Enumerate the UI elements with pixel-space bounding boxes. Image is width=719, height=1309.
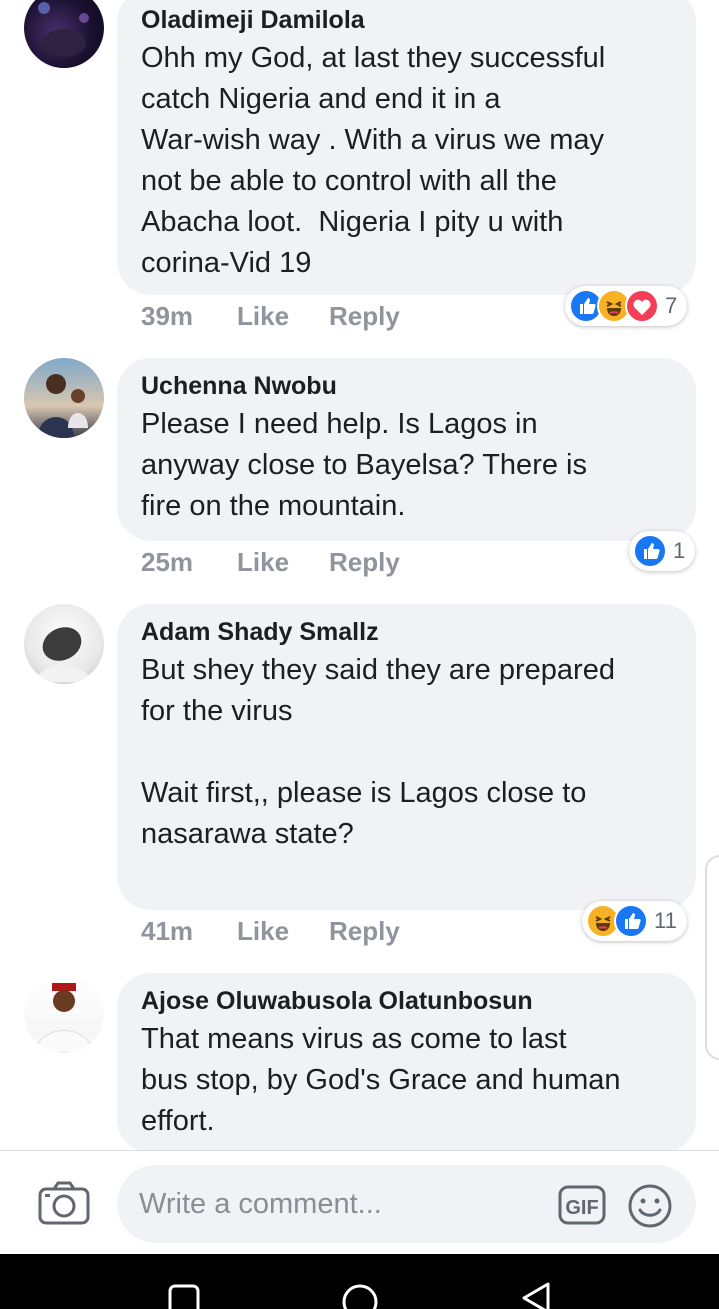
comment-bubble[interactable]: Oladimeji Damilola Ohh my God, at last t… [117, 0, 696, 295]
emoji-icon[interactable] [627, 1183, 673, 1229]
reaction-count: 1 [673, 538, 686, 563]
gif-label: GIF [565, 1197, 598, 1219]
comment-text: But shey they said they are prepared for… [141, 654, 615, 850]
comment-actions: 39m Like Reply [141, 298, 400, 334]
reply-button[interactable]: Reply [329, 547, 400, 578]
recent-apps-icon[interactable] [166, 1282, 202, 1309]
avatar-photo [38, 374, 88, 438]
avatar-photo [35, 983, 93, 1053]
system-navigation-bar [0, 1254, 719, 1309]
comment-bubble[interactable]: Uchenna Nwobu Please I need help. Is Lag… [117, 358, 696, 541]
side-panel-handle[interactable] [705, 855, 719, 1060]
avatar[interactable] [24, 973, 104, 1053]
comment-time[interactable]: 39m [141, 301, 237, 332]
avatar-photo [38, 2, 89, 57]
comment-text: Please I need help. Is Lagos in anyway c… [141, 408, 587, 522]
like-icon [633, 534, 667, 568]
reaction-count: 11 [654, 908, 677, 933]
avatar[interactable] [24, 358, 104, 438]
back-icon[interactable] [518, 1282, 554, 1309]
like-button[interactable]: Like [237, 547, 329, 578]
camera-icon[interactable] [38, 1181, 90, 1225]
comment-time[interactable]: 41m [141, 916, 237, 947]
comment-actions: 25m Like Reply [141, 544, 400, 580]
home-icon[interactable] [340, 1282, 380, 1309]
comment-bubble[interactable]: Ajose Oluwabusola Olatunbosun That means… [117, 973, 696, 1153]
comment-time[interactable]: 25m [141, 547, 237, 578]
comment-bubble[interactable]: Adam Shady Smallz But shey they said the… [117, 604, 696, 910]
avatar-photo [34, 627, 94, 682]
comment-text: Ohh my God, at last they successful catc… [141, 42, 606, 279]
comment-author[interactable]: Adam Shady Smallz [141, 618, 672, 646]
comment-author[interactable]: Uchenna Nwobu [141, 372, 672, 400]
reaction-summary[interactable]: 11 [582, 901, 687, 941]
avatar[interactable] [24, 0, 104, 68]
like-icon [614, 904, 648, 938]
comment-actions: 41m Like Reply [141, 913, 400, 949]
comment-author[interactable]: Ajose Oluwabusola Olatunbosun [141, 987, 672, 1015]
reaction-count: 7 [665, 293, 678, 318]
reaction-summary[interactable]: 1 [629, 531, 696, 571]
comment-input-container[interactable]: GIF [117, 1165, 696, 1243]
comment-composer: GIF [0, 1150, 719, 1254]
comment-author[interactable]: Oladimeji Damilola [141, 6, 672, 34]
love-icon [625, 289, 659, 323]
comment-text: That means virus as come to last bus sto… [141, 1023, 621, 1137]
reply-button[interactable]: Reply [329, 916, 400, 947]
like-button[interactable]: Like [237, 301, 329, 332]
comment-input[interactable] [139, 1183, 539, 1225]
reaction-summary[interactable]: 7 [565, 286, 688, 326]
avatar[interactable] [24, 604, 104, 684]
like-button[interactable]: Like [237, 916, 329, 947]
reply-button[interactable]: Reply [329, 301, 400, 332]
gif-icon[interactable]: GIF [558, 1185, 606, 1225]
